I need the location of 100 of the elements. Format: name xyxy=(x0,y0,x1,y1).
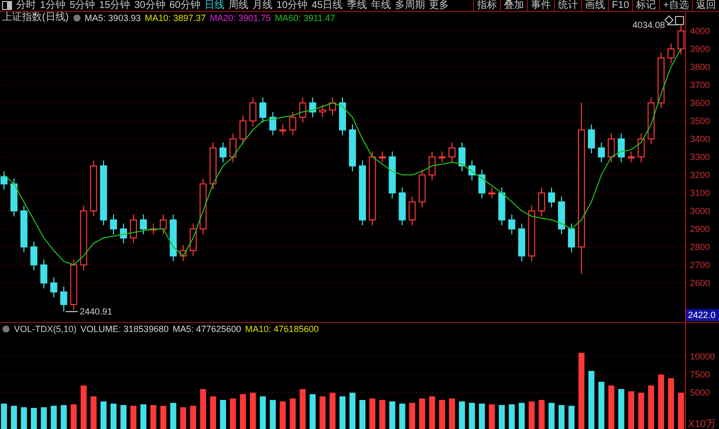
axis-label: 3200 xyxy=(690,170,710,180)
period-tab[interactable]: 周线 xyxy=(226,0,250,11)
volume-bar xyxy=(310,394,316,429)
candle xyxy=(628,151,635,163)
candle xyxy=(538,187,546,217)
candle xyxy=(70,259,78,310)
candle xyxy=(428,151,436,181)
period-tab[interactable]: 多周期 xyxy=(392,0,427,11)
volume-bar xyxy=(1,404,7,429)
toolbar-button[interactable]: 叠加 xyxy=(500,0,527,11)
price-tag: 2422.0 xyxy=(686,309,719,321)
toolbar-button[interactable]: 指标 xyxy=(472,0,500,11)
toolbar-button[interactable]: 返回 xyxy=(692,0,719,11)
candle xyxy=(130,214,137,244)
candle xyxy=(468,160,476,181)
volume-bar xyxy=(588,370,594,429)
axis-label: 2600 xyxy=(690,278,710,288)
volume-bar xyxy=(389,401,396,429)
volume-bar xyxy=(518,402,525,429)
volume-bar xyxy=(180,407,186,429)
volume-bar xyxy=(40,407,47,429)
toolbar-button[interactable]: 画线 xyxy=(580,0,608,11)
volume-bar xyxy=(538,400,545,429)
period-tab[interactable]: 15分钟 xyxy=(97,0,132,11)
circle-icon[interactable] xyxy=(2,325,10,333)
diamond-icon[interactable] xyxy=(664,15,674,25)
candle xyxy=(190,223,197,256)
volume-bar xyxy=(220,400,226,429)
candle xyxy=(50,277,58,298)
volume-bar xyxy=(260,396,266,429)
volume-bar xyxy=(508,404,515,429)
volume-bar xyxy=(369,398,376,429)
volume-bar xyxy=(80,385,87,429)
candle xyxy=(648,97,655,145)
period-tab[interactable]: 10分钟 xyxy=(274,0,310,11)
axis-label: 3600 xyxy=(690,98,710,108)
toolbar-button[interactable]: +自选 xyxy=(659,0,692,11)
volume-bar xyxy=(340,396,346,429)
candle xyxy=(638,133,645,163)
volume-bar xyxy=(160,406,166,429)
candle xyxy=(588,124,595,154)
volume-bar xyxy=(60,405,67,429)
candle xyxy=(100,160,108,226)
period-tab[interactable]: 更多 xyxy=(426,0,451,11)
candle xyxy=(279,124,286,136)
volume-bar xyxy=(320,396,326,429)
period-tab[interactable]: 1分钟 xyxy=(38,0,68,11)
candle xyxy=(618,133,625,163)
period-tab[interactable]: 季线 xyxy=(344,0,369,11)
volume-bar xyxy=(50,406,57,429)
volume-bar xyxy=(478,404,485,429)
indicator-value: MA20: 3901.75 xyxy=(210,13,271,23)
candle xyxy=(239,115,246,145)
volume-bar xyxy=(170,402,176,429)
layout-icon[interactable] xyxy=(2,1,12,10)
leader-line xyxy=(65,311,78,312)
period-tab[interactable]: 45日线 xyxy=(310,0,345,11)
volume-bar xyxy=(568,406,574,429)
leader-line xyxy=(666,24,680,26)
volume-bar xyxy=(120,405,126,429)
volume-bar xyxy=(658,374,664,429)
candle xyxy=(120,223,127,244)
period-tab[interactable]: 分时 xyxy=(14,0,38,11)
window-icon[interactable] xyxy=(675,16,684,25)
volume-bar xyxy=(140,404,146,429)
candle xyxy=(20,205,28,253)
candle xyxy=(40,259,48,289)
axis-label: 3400 xyxy=(690,134,710,144)
period-tab[interactable]: 5分钟 xyxy=(68,0,98,11)
candle xyxy=(608,133,615,163)
volume-bar xyxy=(449,398,456,429)
candle xyxy=(508,214,516,235)
volume-bar xyxy=(498,405,505,429)
period-tab[interactable]: 月线 xyxy=(250,0,274,11)
period-tab[interactable]: 60分钟 xyxy=(167,0,202,11)
period-tab[interactable]: 年线 xyxy=(368,0,393,11)
axis-label: 4000 xyxy=(690,26,710,36)
circle-icon[interactable] xyxy=(72,14,81,22)
volume-bar xyxy=(668,378,674,429)
volume-bar xyxy=(548,402,555,429)
candle xyxy=(170,214,177,262)
volume-bar xyxy=(379,400,386,429)
volume-bar xyxy=(528,401,535,429)
period-tab[interactable]: 日线 xyxy=(202,0,226,11)
volume-bar xyxy=(270,400,276,429)
candle xyxy=(30,241,38,271)
volume-bar xyxy=(598,382,604,429)
toolbar-button[interactable]: F10 xyxy=(608,0,632,11)
axis-label: 2700 xyxy=(690,260,710,270)
period-tab[interactable]: 30分钟 xyxy=(132,0,168,11)
volume-bar xyxy=(290,398,296,429)
indicator-value: MA5: 3903.93 xyxy=(84,13,141,23)
candle xyxy=(329,97,336,116)
volume-bar xyxy=(20,407,27,429)
volume-bar xyxy=(618,389,624,429)
volume-bar xyxy=(200,389,206,429)
volume-bar xyxy=(90,396,97,429)
price-annotation: 2440.91 xyxy=(80,306,112,317)
toolbar-button[interactable]: 标记 xyxy=(632,0,660,11)
toolbar-button[interactable]: 事件 xyxy=(526,0,554,11)
